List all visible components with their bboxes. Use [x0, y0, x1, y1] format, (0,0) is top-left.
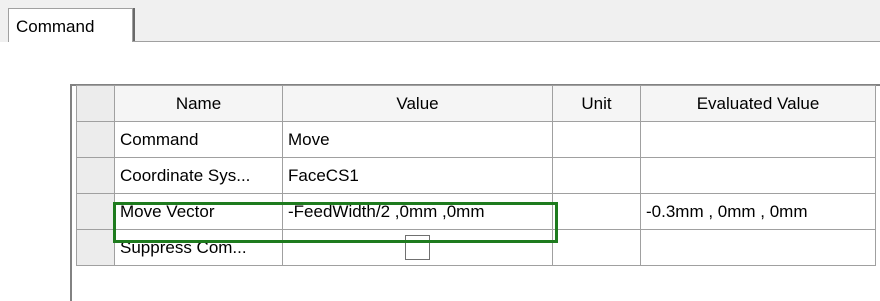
cell-unit[interactable]: [552, 193, 641, 230]
cell-name[interactable]: Suppress Com...: [114, 229, 283, 266]
row-header[interactable]: [76, 157, 115, 194]
cell-value[interactable]: FaceCS1: [282, 157, 553, 194]
row-header[interactable]: [76, 229, 115, 266]
column-header-evaluated-value[interactable]: Evaluated Value: [640, 85, 876, 122]
tab-command[interactable]: Command: [8, 8, 133, 42]
table-row: Coordinate Sys... FaceCS1: [76, 157, 876, 194]
tab-strip: Command: [0, 0, 880, 42]
cell-name[interactable]: Command: [114, 121, 283, 158]
cell-unit[interactable]: [552, 229, 641, 266]
column-header-name[interactable]: Name: [114, 85, 283, 122]
cell-value[interactable]: [282, 229, 553, 266]
table-row: Command Move: [76, 121, 876, 158]
column-header-unit[interactable]: Unit: [552, 85, 641, 122]
row-header[interactable]: [76, 193, 115, 230]
cell-evaluated-value[interactable]: [640, 157, 876, 194]
tab-command-label: Command: [16, 17, 95, 36]
property-grid: Name Value Unit Evaluated Value Command …: [76, 85, 876, 266]
row-header[interactable]: [76, 121, 115, 158]
cell-evaluated-value[interactable]: [640, 229, 876, 266]
grid-header-row: Name Value Unit Evaluated Value: [76, 85, 876, 122]
grid-corner-cell[interactable]: [76, 85, 115, 122]
cell-value[interactable]: Move: [282, 121, 553, 158]
cell-name[interactable]: Coordinate Sys...: [114, 157, 283, 194]
table-row: Move Vector -FeedWidth/2 ,0mm ,0mm -0.3m…: [76, 193, 876, 230]
cell-value[interactable]: -FeedWidth/2 ,0mm ,0mm: [282, 193, 553, 230]
cell-unit[interactable]: [552, 157, 641, 194]
table-row: Suppress Com...: [76, 229, 876, 266]
cell-evaluated-value[interactable]: [640, 121, 876, 158]
cell-evaluated-value[interactable]: -0.3mm , 0mm , 0mm: [640, 193, 876, 230]
suppress-checkbox[interactable]: [405, 235, 430, 260]
cell-name[interactable]: Move Vector: [114, 193, 283, 230]
column-header-value[interactable]: Value: [282, 85, 553, 122]
cell-unit[interactable]: [552, 121, 641, 158]
